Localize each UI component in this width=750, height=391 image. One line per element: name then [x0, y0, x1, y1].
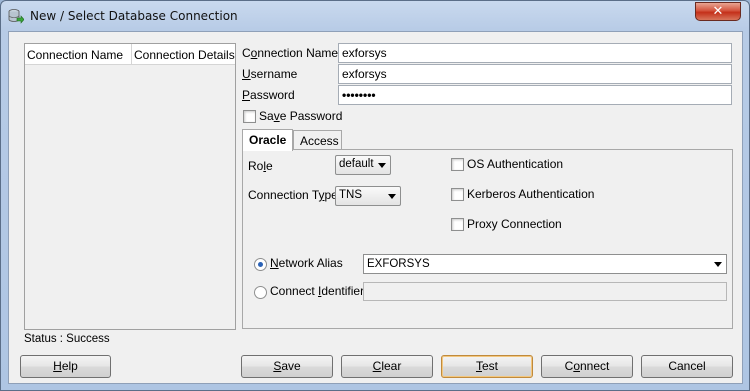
os-authentication-checkbox[interactable] — [451, 158, 464, 171]
connection-name-label: Connection Name — [242, 46, 339, 60]
connection-type-select[interactable]: TNS — [335, 186, 401, 206]
network-alias-select[interactable]: EXFORSYS — [363, 254, 727, 274]
save-password-label[interactable]: Save Password — [259, 109, 342, 123]
database-connection-icon — [8, 9, 24, 24]
save-password-checkbox[interactable] — [243, 110, 256, 123]
kerberos-authentication-checkbox[interactable] — [451, 188, 464, 201]
connection-name-input[interactable]: exforsys — [338, 43, 732, 63]
clear-button[interactable]: Clear — [341, 355, 433, 378]
tab-oracle[interactable]: Oracle — [242, 129, 293, 151]
connect-identifier-input[interactable] — [363, 282, 727, 301]
window-title: New / Select Database Connection — [30, 9, 238, 23]
help-button[interactable]: Help — [20, 355, 111, 378]
test-button[interactable]: Test — [441, 355, 533, 378]
role-select[interactable]: default — [335, 155, 391, 175]
dialog-client: Connection Name Connection Details Statu… — [8, 31, 743, 384]
oracle-tab-panel: Role default Connection Type TNS OS Auth… — [242, 149, 733, 329]
column-connection-name[interactable]: Connection Name — [27, 48, 123, 62]
connection-list[interactable]: Connection Name Connection Details — [24, 43, 236, 330]
username-label: Username — [242, 67, 298, 81]
network-alias-label[interactable]: Network Alias — [270, 256, 343, 270]
connect-identifier-label[interactable]: Connect Identifier — [270, 284, 364, 298]
connection-type-value: TNS — [339, 189, 362, 201]
connect-button[interactable]: Connect — [541, 355, 633, 378]
network-alias-value: EXFORSYS — [367, 258, 430, 270]
dialog-window: New / Select Database Connection ✕ Conne… — [0, 0, 750, 391]
username-input[interactable]: exforsys — [338, 64, 732, 84]
network-alias-radio[interactable] — [254, 258, 267, 271]
close-button[interactable]: ✕ — [695, 2, 741, 21]
close-icon: ✕ — [712, 4, 724, 19]
save-button[interactable]: Save — [241, 355, 333, 378]
column-divider[interactable] — [131, 44, 132, 65]
status-text: Status : Success — [24, 333, 110, 345]
connection-type-label: Connection Type — [248, 188, 338, 202]
connection-list-header: Connection Name Connection Details — [25, 44, 235, 65]
proxy-connection-label[interactable]: Proxy Connection — [467, 217, 562, 231]
tab-access[interactable]: Access — [293, 130, 342, 150]
column-connection-details[interactable]: Connection Details — [134, 48, 235, 62]
title-bar[interactable]: New / Select Database Connection ✕ — [1, 1, 749, 31]
chevron-down-icon — [714, 262, 722, 267]
password-input[interactable]: •••••••• — [338, 85, 732, 105]
password-label: Password — [242, 88, 295, 102]
chevron-down-icon — [388, 194, 396, 199]
chevron-down-icon — [378, 163, 386, 168]
os-authentication-label[interactable]: OS Authentication — [467, 157, 563, 171]
cancel-button[interactable]: Cancel — [641, 355, 733, 378]
connect-identifier-radio[interactable] — [254, 286, 267, 299]
kerberos-authentication-label[interactable]: Kerberos Authentication — [467, 187, 594, 201]
role-value: default — [339, 158, 374, 170]
role-label: Role — [248, 159, 273, 173]
proxy-connection-checkbox[interactable] — [451, 218, 464, 231]
